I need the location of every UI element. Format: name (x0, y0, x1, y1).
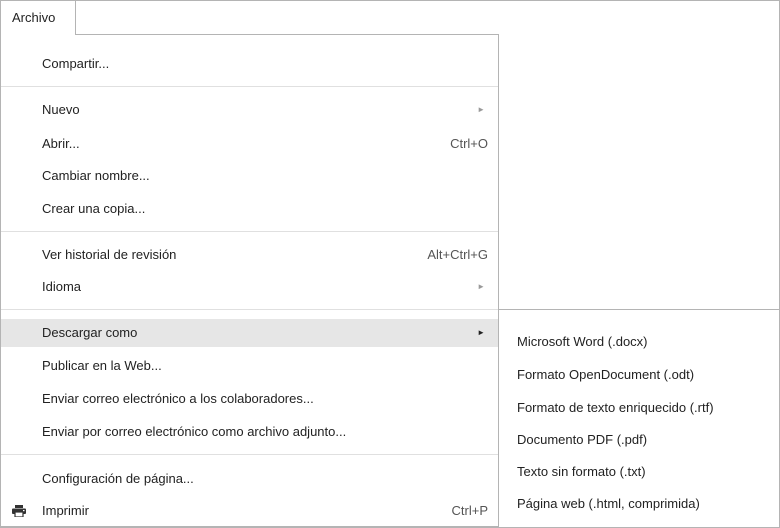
file-menu-dropdown: Compartir... Nuevo ► Abrir... Ctrl+O Cam… (1, 34, 499, 527)
submenu-arrow-icon: ► (477, 105, 485, 114)
download-pdf-item[interactable]: Documento PDF (.pdf) (499, 426, 779, 454)
menu-item-page-setup-label: Configuración de página... (42, 471, 194, 486)
menu-item-revision-history[interactable]: Ver historial de revisión Alt+Ctrl+G (1, 241, 498, 269)
download-txt-item[interactable]: Texto sin formato (.txt) (499, 458, 779, 486)
open-shortcut: Ctrl+O (450, 136, 488, 151)
print-shortcut: Ctrl+P (451, 503, 488, 518)
menu-item-open[interactable]: Abrir... Ctrl+O (1, 130, 498, 158)
menu-item-revision-history-label: Ver historial de revisión (42, 247, 177, 262)
menu-item-email-collaborators-label: Enviar correo electrónico a los colabora… (42, 391, 314, 406)
menu-item-new[interactable]: Nuevo ► (1, 96, 498, 124)
submenu-arrow-icon: ► (477, 282, 485, 291)
menu-item-download-as-label: Descargar como (42, 325, 138, 340)
menu-item-print-label: Imprimir (42, 503, 89, 518)
menu-item-language-label: Idioma (42, 279, 82, 294)
menu-item-download-as[interactable]: Descargar como ► (1, 319, 498, 347)
download-odt-item[interactable]: Formato OpenDocument (.odt) (499, 361, 779, 389)
menu-item-rename[interactable]: Cambiar nombre... (1, 162, 498, 190)
file-menu-tab[interactable]: Archivo (1, 1, 76, 35)
menu-item-print[interactable]: Imprimir Ctrl+P (1, 497, 498, 525)
menu-item-email-attachment-label: Enviar por correo electrónico como archi… (42, 424, 347, 439)
revision-history-shortcut: Alt+Ctrl+G (427, 247, 488, 262)
menu-item-publish-web[interactable]: Publicar en la Web... (1, 352, 498, 380)
menu-item-email-collaborators[interactable]: Enviar correo electrónico a los colabora… (1, 385, 498, 413)
download-html-item[interactable]: Página web (.html, comprimida) (499, 490, 779, 518)
menu-separator (1, 231, 498, 232)
menu-separator (1, 86, 498, 87)
download-rtf-item[interactable]: Formato de texto enriquecido (.rtf) (499, 394, 779, 422)
menu-item-make-copy[interactable]: Crear una copia... (1, 195, 498, 223)
printer-icon (12, 505, 26, 517)
menu-item-page-setup[interactable]: Configuración de página... (1, 465, 498, 493)
menu-item-email-attachment[interactable]: Enviar por correo electrónico como archi… (1, 418, 498, 446)
menu-item-publish-web-label: Publicar en la Web... (42, 358, 162, 373)
download-as-submenu: Microsoft Word (.docx) Formato OpenDocum… (498, 309, 779, 527)
menu-item-make-copy-label: Crear una copia... (42, 201, 146, 216)
menu-item-share-label: Compartir... (42, 56, 110, 71)
menu-item-new-label: Nuevo (42, 102, 80, 117)
submenu-arrow-icon: ► (477, 328, 485, 337)
download-docx-item[interactable]: Microsoft Word (.docx) (499, 328, 779, 356)
file-menu-tab-label: Archivo (12, 10, 56, 25)
app-window: Archivo Compartir... Nuevo ► Abrir... Ct… (0, 0, 780, 528)
menu-item-open-label: Abrir... (42, 136, 80, 151)
menu-separator (1, 309, 498, 310)
menu-item-share[interactable]: Compartir... (1, 50, 498, 78)
menu-item-rename-label: Cambiar nombre... (42, 168, 150, 183)
menu-item-language[interactable]: Idioma ► (1, 273, 498, 301)
menu-separator (1, 454, 498, 455)
